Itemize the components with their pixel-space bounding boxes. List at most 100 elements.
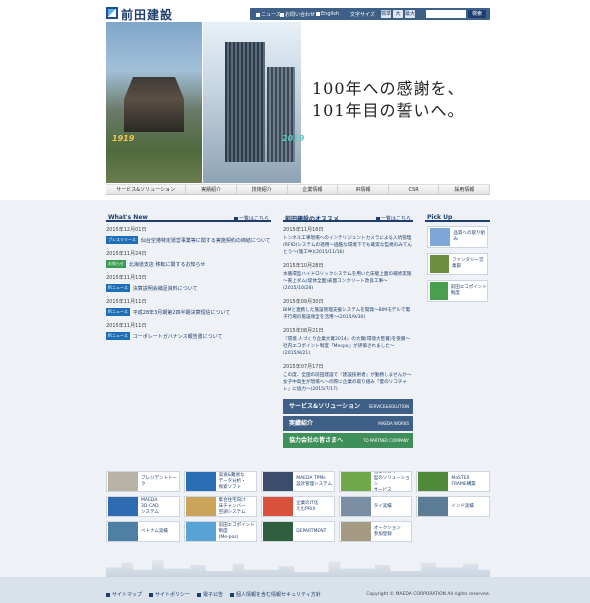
contact-link[interactable]: お問い合わせ: [280, 11, 315, 18]
footer-link-public-notice[interactable]: 電子公告: [197, 591, 223, 598]
font-size-large-button[interactable]: 大: [393, 10, 403, 18]
banner-link[interactable]: 集合住宅向け 床チャンバー 空調システム: [183, 496, 258, 517]
news-link[interactable]: ニュース: [256, 11, 281, 18]
modern-tower-photo: [203, 22, 301, 183]
banner-label: ベトナム実績: [141, 528, 168, 534]
news-line: プレスリリース 仙台空港特定運営事業等に関する実施契約の締結について: [106, 236, 271, 244]
maeda-logo-icon[interactable]: [106, 7, 118, 19]
search-button[interactable]: 検索: [468, 10, 486, 18]
recommend-date: 2015年07月17日: [283, 364, 324, 370]
recommend-banner-button[interactable]: 協力会社の皆さまへ TO PARTNER COMPANY: [283, 433, 413, 448]
nav-works[interactable]: 実績紹介: [186, 185, 237, 194]
news-date: 2015年11月24日: [106, 251, 147, 257]
recommend-link[interactable]: トンネル工事現場へのインテリジェントカメラによる入坑管理(RFID)システムの適…: [283, 235, 413, 256]
building-shape: [124, 77, 184, 132]
pickup-label: ファンタジー営業部: [452, 258, 484, 269]
banner-thumbnail: [418, 497, 449, 516]
year-1919-label: 1919: [112, 134, 135, 143]
banner-label: MAEDA 3D-CAD システム: [141, 497, 159, 515]
recommend-banners: サービス&ソリューション SERVICE&SOLUTION 実績紹介 MAEDA WO…: [283, 399, 413, 448]
pickup-card[interactable]: ファンタジー営業部: [427, 253, 488, 275]
pickup-thumbnail: [430, 228, 451, 246]
banner-thumbnail: [108, 472, 138, 491]
banner-link[interactable]: 企業のIT化 えむPRIX: [261, 496, 335, 517]
pickup-card[interactable]: 前田エコポイント制度: [427, 280, 488, 302]
banner-link[interactable]: ベトナム実績: [106, 521, 180, 542]
news-category-badge: プレスリリース: [106, 236, 138, 244]
footer-link-sitemap[interactable]: サイトマップ: [106, 591, 142, 598]
recommend-link[interactable]: BIMと連携した施設管理支援システムを開発～BIMモデルで電子行場の施設保全を活…: [283, 307, 413, 321]
recommend-more-link[interactable]: 一覧はこちら: [376, 215, 411, 222]
hero-copy-line2: 101年目の誓いへ。: [312, 101, 465, 120]
banner-link[interactable]: タイ実績: [338, 496, 413, 517]
banner-thumbnail: [185, 497, 216, 516]
banner-link[interactable]: インド実績: [416, 496, 490, 517]
recommend-date: 2015年11月16日: [283, 227, 324, 233]
nav-csr[interactable]: CSR: [389, 185, 440, 194]
banner-link[interactable]: プレジデントトーク: [106, 471, 180, 492]
nav-ir[interactable]: IR情報: [338, 185, 389, 194]
search-input[interactable]: [426, 10, 466, 18]
recommend-link[interactable]: 『環境 人づくり企業大賞2014』の大賞(環境大臣賞)を受賞～社内エコポイント制…: [283, 336, 413, 357]
banner-label: オークション 参加登録: [373, 525, 401, 537]
square-bullet-icon: [256, 12, 260, 17]
banner-link[interactable]: DEPARTMENT: [261, 521, 335, 542]
banner-thumbnail: [185, 472, 216, 491]
hero-banner: 1919 2019 100年への感謝を、 101年目の誓いへ。: [106, 22, 490, 183]
hero-copy-line1: 100年への感謝を、: [312, 79, 465, 98]
banner-thumbnail: [263, 472, 294, 491]
news-category-badge: IRニュース: [106, 308, 130, 316]
pickup-thumbnail: [430, 282, 448, 300]
nav-technology[interactable]: 技術紹介: [237, 185, 288, 194]
historic-building-photo: [106, 22, 202, 183]
banner-link[interactable]: オークション 参加登録: [338, 521, 413, 542]
news-item: 2015年11月13日 IRニュース 決算説明会補足資料について: [106, 274, 271, 292]
english-link[interactable]: English: [316, 11, 339, 17]
banner-link[interactable]: MaSTER FRAME構築: [416, 471, 490, 492]
recommend-date: 2015年10月28日: [283, 263, 324, 269]
logo-text[interactable]: 前田建設: [121, 6, 173, 23]
recommend-link[interactable]: この度、全国の前田建設で『建設技術者』が勤務しませんか～女子中高生が現場へ～の際…: [283, 372, 413, 393]
banner-link[interactable]: 高速&難易な データ分析・ 探索ソフト: [183, 471, 258, 492]
banner-link[interactable]: MAEDA TPMs 設計管理システム: [261, 471, 335, 492]
nav-recruit[interactable]: 採用情報: [439, 185, 491, 194]
news-item: 2015年11月11日 IRニュース コーポレートガバナンス報告書について: [106, 322, 271, 340]
banner-label: 企業のIT化 えむPRIX: [296, 500, 319, 512]
news-link[interactable]: コーポレートガバナンス報告書について: [133, 333, 223, 340]
recommend-banner-label: サービス&ソリューション: [289, 403, 361, 410]
nav-service-solution[interactable]: サービス&ソリューション: [106, 185, 187, 194]
recommend-banner-button[interactable]: 実績紹介 MAEDA WORKS: [283, 416, 413, 431]
recommend-banner-sub: MAEDA WORKS: [378, 421, 409, 426]
news-link[interactable]: 決算説明会補足資料について: [133, 285, 198, 292]
pickup-card[interactable]: 品質への取り組み: [427, 226, 488, 248]
banner-thumbnail: [108, 522, 138, 541]
news-link[interactable]: 仙台空港特定運営事業等に関する実施契約の締結について: [141, 237, 271, 244]
news-date: 2015年11月11日: [106, 299, 147, 305]
site-header: 前田建設 ニュース お問い合わせ English 文字サイズ 標準 大 最大 検…: [106, 6, 490, 22]
whats-new-more-link[interactable]: 一覧はこちら: [234, 215, 269, 222]
banner-link[interactable]: MAEDA 3D-CAD システム: [106, 496, 180, 517]
banner-label: プレジデントトーク: [141, 475, 177, 487]
banner-link[interactable]: 前田エコポイント 制度 (Me-pos): [183, 521, 258, 542]
banner-label: 高速&難易な データ分析・ 探索ソフト: [218, 472, 246, 490]
whats-new-header: What's New 一覧はこちら: [106, 212, 271, 222]
recommend-banner-sub: SERVICE&SOLUTION: [368, 404, 409, 409]
tower-shape: [225, 42, 265, 162]
pickup-title: Pick Up: [427, 214, 453, 221]
recommend-link[interactable]: 水循環型ハイドロリックシステムを用いた床版上面の補修実施～東上ダム(堤体全面)表…: [283, 271, 413, 292]
news-link[interactable]: 北海道支店 移転に関するお知らせ: [129, 261, 206, 268]
news-category-badge: お知らせ: [106, 260, 126, 268]
banner-label: MaSTER FRAME構築: [451, 475, 476, 487]
news-date: 2015年12月01日: [106, 227, 147, 233]
banner-link[interactable]: 省エネルギー 型のソリューション サービス: [338, 471, 413, 492]
recommend-banner-label: 協力会社の皆さまへ: [289, 437, 344, 444]
banner-label: DEPARTMENT: [296, 528, 327, 534]
pickup-header: Pick Up: [425, 212, 490, 222]
nav-company[interactable]: 企業情報: [288, 185, 339, 194]
font-size-max-button[interactable]: 最大: [405, 10, 415, 18]
footer-link-site-policy[interactable]: サイトポリシー: [149, 591, 190, 598]
recommend-banner-button[interactable]: サービス&ソリューション SERVICE&SOLUTION: [283, 399, 413, 414]
font-size-standard-button[interactable]: 標準: [381, 10, 391, 18]
footer-link-privacy[interactable]: 個人情報を含む情報セキュリティ方針: [230, 591, 321, 598]
news-link[interactable]: 平成28年3月期第2四半期決算短信について: [133, 309, 231, 316]
